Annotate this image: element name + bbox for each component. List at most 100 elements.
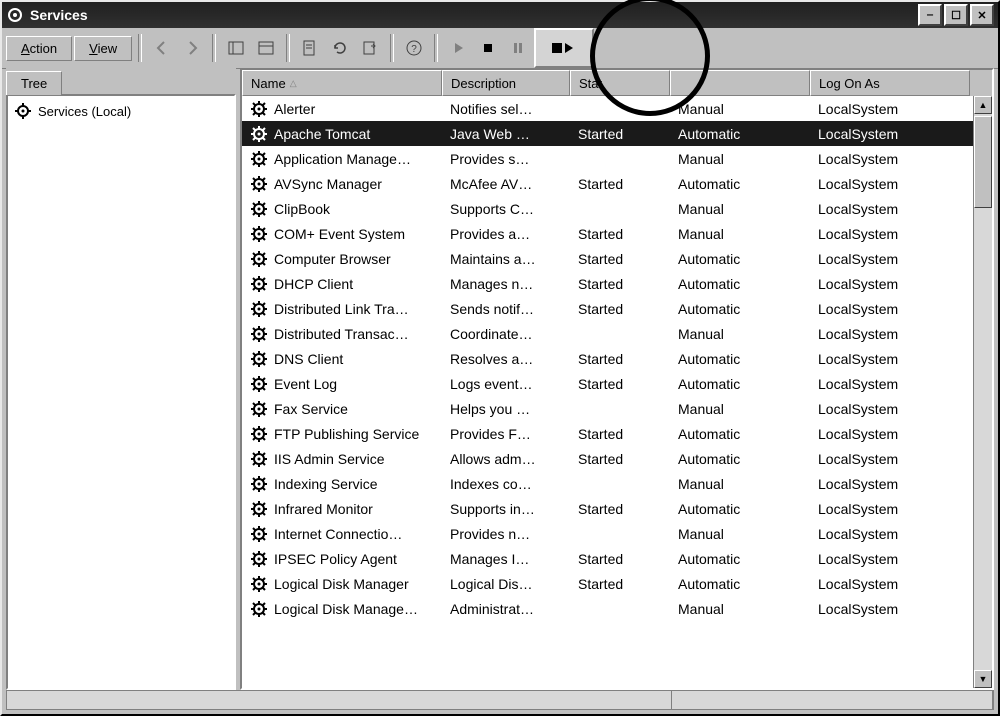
cell-name: Fax Service xyxy=(242,400,442,418)
gear-icon xyxy=(250,425,268,443)
cell-name: Application Manage… xyxy=(242,150,442,168)
cell-status: Started xyxy=(570,276,670,292)
service-row[interactable]: DHCP ClientManages n…StartedAutomaticLoc… xyxy=(242,271,992,296)
service-row[interactable]: Distributed Transac…Coordinate…ManualLoc… xyxy=(242,321,992,346)
cell-status: Started xyxy=(570,376,670,392)
service-row[interactable]: DNS ClientResolves a…StartedAutomaticLoc… xyxy=(242,346,992,371)
service-row[interactable]: Apache TomcatJava Web …StartedAutomaticL… xyxy=(242,121,992,146)
cell-status: Started xyxy=(570,226,670,242)
service-name: Alerter xyxy=(274,101,315,117)
column-description[interactable]: Description xyxy=(442,70,570,96)
stop-service-button[interactable] xyxy=(474,34,502,62)
gear-icon xyxy=(250,350,268,368)
service-row[interactable]: Infrared MonitorSupports in…StartedAutom… xyxy=(242,496,992,521)
column-name[interactable]: Name△ xyxy=(242,70,442,96)
scroll-up-icon[interactable]: ▲ xyxy=(974,96,992,114)
service-row[interactable]: Computer BrowserMaintains a…StartedAutom… xyxy=(242,246,992,271)
service-name: Fax Service xyxy=(274,401,348,417)
view-menu[interactable]: View xyxy=(74,36,132,61)
service-row[interactable]: Logical Disk Manage…Administrat…ManualLo… xyxy=(242,596,992,621)
service-row[interactable]: Distributed Link Tra…Sends notif…Started… xyxy=(242,296,992,321)
cell-startup: Automatic xyxy=(670,376,810,392)
cell-startup: Manual xyxy=(670,526,810,542)
client-area: Tree Services (Local) Name△ Description … xyxy=(6,68,994,690)
service-row[interactable]: Logical Disk ManagerLogical Dis…StartedA… xyxy=(242,571,992,596)
list-pane: Name△ Description Stat Log On As Alerter… xyxy=(240,68,994,690)
service-row[interactable]: Indexing ServiceIndexes co…ManualLocalSy… xyxy=(242,471,992,496)
cell-name: Infrared Monitor xyxy=(242,500,442,518)
vertical-scrollbar[interactable]: ▲ ▼ xyxy=(973,96,992,688)
gear-icon xyxy=(250,300,268,318)
service-row[interactable]: IIS Admin ServiceAllows adm…StartedAutom… xyxy=(242,446,992,471)
cell-name: Internet Connectio… xyxy=(242,525,442,543)
cell-name: IPSEC Policy Agent xyxy=(242,550,442,568)
help-button[interactable]: ? xyxy=(400,34,428,62)
refresh-button[interactable] xyxy=(326,34,354,62)
properties-button[interactable] xyxy=(296,34,324,62)
cell-logon: LocalSystem xyxy=(810,201,970,217)
service-row[interactable]: Internet Connectio…Provides n…ManualLoca… xyxy=(242,521,992,546)
maximize-button[interactable]: ☐ xyxy=(944,4,968,26)
gear-icon xyxy=(250,250,268,268)
service-name: IIS Admin Service xyxy=(274,451,385,467)
cell-description: Supports C… xyxy=(442,201,570,217)
column-status[interactable]: Stat xyxy=(570,70,670,96)
pause-service-button[interactable] xyxy=(504,34,532,62)
tree-body[interactable]: Services (Local) xyxy=(6,94,236,690)
cell-startup: Automatic xyxy=(670,276,810,292)
service-name: Logical Disk Manager xyxy=(274,576,409,592)
close-button[interactable]: ✕ xyxy=(970,4,994,26)
forward-button[interactable] xyxy=(178,34,206,62)
cell-status: Started xyxy=(570,551,670,567)
service-name: Indexing Service xyxy=(274,476,378,492)
service-row[interactable]: Event LogLogs event…StartedAutomaticLoca… xyxy=(242,371,992,396)
service-name: COM+ Event System xyxy=(274,226,405,242)
service-rows[interactable]: AlerterNotifies sel…ManualLocalSystemApa… xyxy=(242,96,992,688)
service-row[interactable]: Application Manage…Provides s…ManualLoca… xyxy=(242,146,992,171)
service-row[interactable]: COM+ Event SystemProvides a…StartedManua… xyxy=(242,221,992,246)
start-service-button[interactable] xyxy=(444,34,472,62)
cell-logon: LocalSystem xyxy=(810,351,970,367)
service-row[interactable]: ClipBookSupports C…ManualLocalSystem xyxy=(242,196,992,221)
cell-description: McAfee AV… xyxy=(442,176,570,192)
action-menu[interactable]: AActionction xyxy=(6,36,72,61)
service-row[interactable]: Fax ServiceHelps you …ManualLocalSystem xyxy=(242,396,992,421)
app-icon xyxy=(6,6,24,24)
service-name: Distributed Link Tra… xyxy=(274,301,409,317)
cell-startup: Manual xyxy=(670,476,810,492)
cell-logon: LocalSystem xyxy=(810,251,970,267)
tree-root-services[interactable]: Services (Local) xyxy=(14,102,228,120)
cell-logon: LocalSystem xyxy=(810,176,970,192)
service-row[interactable]: AVSync ManagerMcAfee AV…StartedAutomatic… xyxy=(242,171,992,196)
cell-startup: Automatic xyxy=(670,501,810,517)
service-row[interactable]: FTP Publishing ServiceProvides F…Started… xyxy=(242,421,992,446)
toolbar-divider xyxy=(138,34,142,62)
cell-name: DHCP Client xyxy=(242,275,442,293)
back-button[interactable] xyxy=(148,34,176,62)
tree-pane: Tree Services (Local) xyxy=(6,68,236,690)
cell-description: Supports in… xyxy=(442,501,570,517)
cell-status: Started xyxy=(570,451,670,467)
service-row[interactable]: AlerterNotifies sel…ManualLocalSystem xyxy=(242,96,992,121)
cell-name: Distributed Transac… xyxy=(242,325,442,343)
column-logon[interactable]: Log On As xyxy=(810,70,970,96)
show-hide-tree-button[interactable] xyxy=(222,34,250,62)
cell-startup: Automatic xyxy=(670,551,810,567)
toolbar-button[interactable] xyxy=(252,34,280,62)
cell-name: ClipBook xyxy=(242,200,442,218)
gear-icon xyxy=(250,500,268,518)
cell-description: Resolves a… xyxy=(442,351,570,367)
toolbar-divider xyxy=(286,34,290,62)
restart-service-button[interactable]: rt Service xyxy=(534,28,594,68)
gear-icon xyxy=(250,525,268,543)
service-name: Distributed Transac… xyxy=(274,326,409,342)
cell-logon: LocalSystem xyxy=(810,326,970,342)
tree-tab[interactable]: Tree xyxy=(6,71,62,95)
export-button[interactable] xyxy=(356,34,384,62)
column-startup[interactable] xyxy=(670,70,810,96)
scroll-thumb[interactable] xyxy=(974,116,992,208)
service-row[interactable]: IPSEC Policy AgentManages I…StartedAutom… xyxy=(242,546,992,571)
service-name: Event Log xyxy=(274,376,337,392)
scroll-down-icon[interactable]: ▼ xyxy=(974,670,992,688)
minimize-button[interactable]: ‒ xyxy=(918,4,942,26)
